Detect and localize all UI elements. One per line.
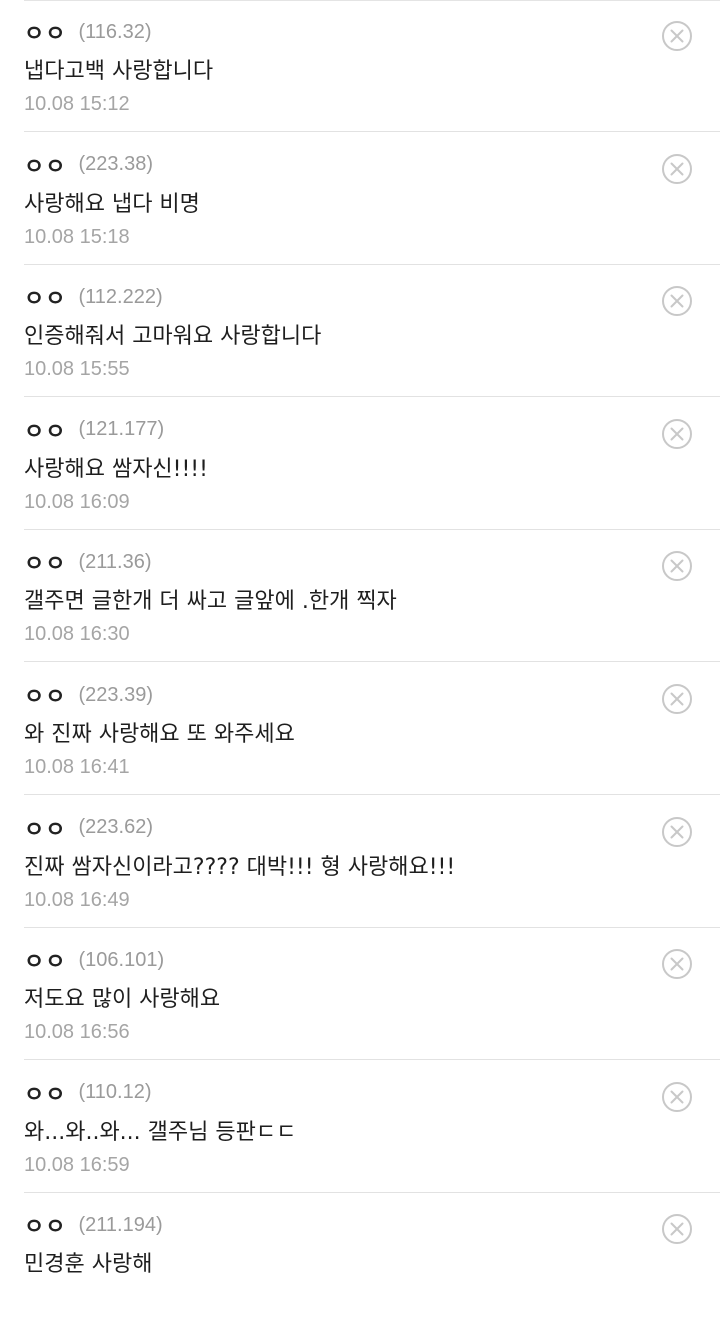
comment-item: ㅇㅇ (121.177) 사랑해요 쌈자신!!!! 10.08 16:09 <box>0 398 720 530</box>
comment-text: 인증해줘서 고마워요 사랑합니다 <box>24 324 322 350</box>
comment-text: 와...와..와... 갤주님 등판ㄷㄷ <box>24 1119 297 1145</box>
delete-comment-button[interactable] <box>661 153 693 185</box>
comment-timestamp: 10.08 16:09 <box>24 490 130 513</box>
comment-timestamp: 10.08 16:59 <box>24 1153 130 1176</box>
comment-item: ㅇㅇ (223.62) 진짜 쌈자신이라고???? 대박!!! 형 사랑해요!!! 1… <box>0 796 720 928</box>
comment-ip: (223.62) <box>78 816 153 839</box>
comment-meta: ㅇㅇ (121.177) <box>24 416 165 445</box>
comment-meta: ㅇㅇ (223.39) <box>24 681 153 711</box>
comment-meta: ㅇㅇ (211.36) <box>24 548 152 578</box>
comment-meta: ㅇㅇ (211.194) <box>24 1211 163 1241</box>
delete-comment-button[interactable] <box>661 1081 693 1113</box>
close-circle-icon <box>662 816 692 847</box>
close-circle-icon <box>662 286 692 317</box>
comment-ip: (110.12) <box>78 1081 152 1104</box>
comment-ip: (211.36) <box>78 550 152 573</box>
comment-item: ㅇㅇ (116.32) 냅다고백 사랑합니다 10.08 15:12 <box>0 0 720 132</box>
close-circle-icon <box>662 153 692 184</box>
comment-meta: ㅇㅇ (223.62) <box>24 814 153 843</box>
comment-meta: ㅇㅇ (223.38) <box>24 151 153 180</box>
comment-timestamp: 10.08 15:12 <box>24 93 130 115</box>
close-circle-icon <box>662 1214 692 1245</box>
comment-timestamp: 10.08 16:56 <box>24 1021 130 1044</box>
delete-comment-button[interactable] <box>661 285 693 317</box>
delete-comment-button[interactable] <box>661 816 693 848</box>
comment-text: 냅다고백 사랑합니다 <box>24 59 214 84</box>
comment-nickname: ㅇㅇ <box>24 419 67 445</box>
comment-item: ㅇㅇ (112.222) 인증해줘서 고마워요 사랑합니다 10.08 15:55 <box>0 265 720 398</box>
close-circle-icon <box>662 551 692 582</box>
comment-timestamp: 10.08 15:55 <box>24 358 130 381</box>
comment-meta: ㅇㅇ (110.12) <box>24 1079 152 1108</box>
comment-meta: ㅇㅇ (106.101) <box>24 946 165 976</box>
comment-text: 진짜 쌈자신이라고???? 대박!!! 형 사랑해요!!! <box>24 854 456 880</box>
comment-nickname: ㅇㅇ <box>24 22 67 47</box>
comment-text: 저도요 많이 사랑해요 <box>24 987 221 1013</box>
comment-item: ㅇㅇ (223.39) 와 진짜 사랑해요 또 와주세요 10.08 16:41 <box>0 663 720 795</box>
comment-item: ㅇㅇ (211.194) 민경훈 사랑해 <box>0 1193 720 1325</box>
comment-ip: (223.39) <box>78 683 153 706</box>
close-circle-icon <box>662 1081 692 1112</box>
comment-nickname: ㅇㅇ <box>24 154 67 180</box>
comment-nickname: ㅇㅇ <box>24 685 67 710</box>
comment-nickname: ㅇㅇ <box>24 287 67 313</box>
comment-text: 사랑해요 냅다 비명 <box>24 191 200 217</box>
comment-text: 와 진짜 사랑해요 또 와주세요 <box>24 722 295 747</box>
comment-timestamp: 10.08 16:30 <box>24 623 130 646</box>
delete-comment-button[interactable] <box>661 550 693 582</box>
comment-text: 갤주면 글한개 더 싸고 글앞에 .한개 찍자 <box>24 589 397 615</box>
comment-meta: ㅇㅇ (116.32) <box>24 18 152 48</box>
comment-meta: ㅇㅇ (112.222) <box>24 283 163 313</box>
delete-comment-button[interactable] <box>661 20 693 52</box>
comment-ip: (211.194) <box>78 1213 163 1236</box>
close-circle-icon <box>662 949 692 980</box>
comment-item: ㅇㅇ (110.12) 와...와..와... 갤주님 등판ㄷㄷ 10.08 16:5… <box>0 1061 720 1193</box>
close-circle-icon <box>662 684 692 714</box>
comment-text: 사랑해요 쌈자신!!!! <box>24 456 208 482</box>
comment-ip: (121.177) <box>78 418 165 441</box>
comment-ip: (106.101) <box>78 948 165 971</box>
delete-comment-button[interactable] <box>661 418 693 450</box>
comment-timestamp: 10.08 16:41 <box>24 756 130 778</box>
delete-comment-button[interactable] <box>661 1213 693 1245</box>
close-circle-icon <box>662 21 692 51</box>
comment-nickname: ㅇㅇ <box>24 1215 67 1241</box>
delete-comment-button[interactable] <box>661 683 693 715</box>
comment-text: 민경훈 사랑해 <box>24 1252 153 1278</box>
comment-ip: (223.38) <box>78 153 153 176</box>
comment-timestamp: 10.08 15:18 <box>24 225 130 248</box>
comment-timestamp: 10.08 16:49 <box>24 888 130 911</box>
comment-nickname: ㅇㅇ <box>24 1082 67 1108</box>
comment-nickname: ㅇㅇ <box>24 817 67 843</box>
comment-nickname: ㅇㅇ <box>24 552 67 578</box>
comment-item: ㅇㅇ (223.38) 사랑해요 냅다 비명 10.08 15:18 <box>0 133 720 265</box>
delete-comment-button[interactable] <box>661 948 693 980</box>
comment-ip: (116.32) <box>78 20 152 43</box>
comment-item: ㅇㅇ (211.36) 갤주면 글한개 더 싸고 글앞에 .한개 찍자 10.08 1… <box>0 530 720 663</box>
close-circle-icon <box>662 418 692 449</box>
comment-nickname: ㅇㅇ <box>24 950 67 976</box>
comment-ip: (112.222) <box>78 285 163 308</box>
comment-item: ㅇㅇ (106.101) 저도요 많이 사랑해요 10.08 16:56 <box>0 928 720 1061</box>
